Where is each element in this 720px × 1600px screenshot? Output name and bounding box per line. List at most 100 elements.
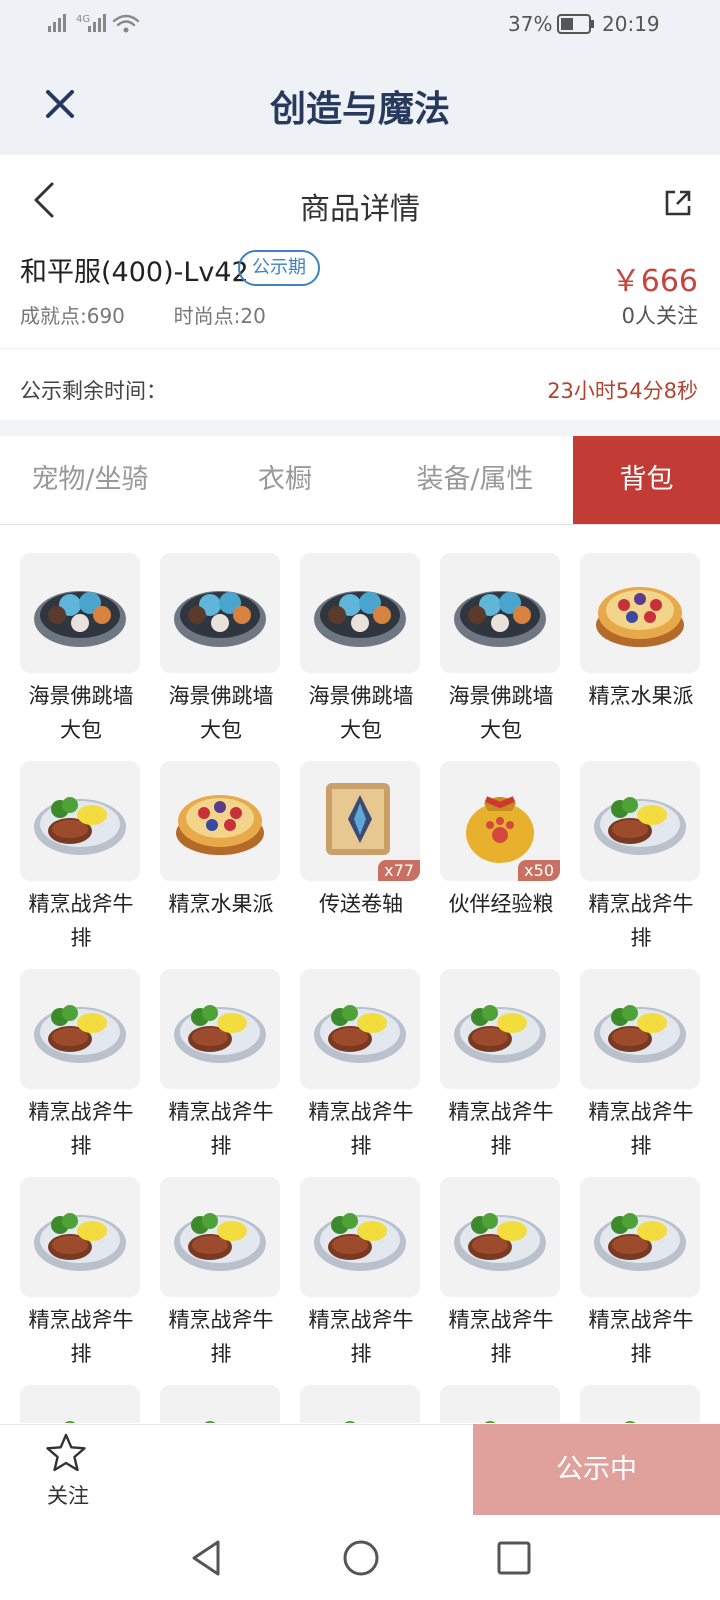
nav-recents-icon[interactable] [494,1538,534,1578]
steak-plate-icon [20,1385,140,1423]
fashion-points: 时尚点:20 [173,304,266,328]
remaining-time-value: 23小时54分8秒 [547,379,698,403]
steak-plate-icon [580,761,700,881]
item-label: 精烹战斧牛排 [448,1100,554,1158]
bun-plate-icon [300,553,420,673]
steak-plate-icon [160,969,280,1089]
item-label: 精烹战斧牛排 [588,1100,694,1158]
inventory-item[interactable] [160,1385,282,1423]
battery-percent: 37% [508,12,553,36]
follow-button[interactable]: 关注 [40,1480,96,1510]
item-label: 海景佛跳墙大包 [308,684,414,742]
inventory-item[interactable] [20,1385,142,1423]
item-label: 精烹战斧牛排 [308,1100,414,1158]
item-label: 精烹战斧牛排 [28,1100,134,1158]
inventory-item[interactable]: 精烹战斧牛排 [580,1177,702,1371]
clock: 20:19 [602,12,660,36]
item-quantity: x50 [518,860,560,881]
steak-plate-icon [300,1385,420,1423]
inventory-item[interactable]: 精烹水果派 [160,761,282,921]
steak-plate-icon [440,1177,560,1297]
signal-icon: 4G [48,14,140,33]
item-price: ￥666 [610,264,698,299]
item-label: 精烹战斧牛排 [168,1308,274,1366]
inventory-item[interactable]: 精烹战斧牛排 [300,969,422,1163]
tab-backpack[interactable]: 背包 [573,436,720,524]
steak-plate-icon [20,1177,140,1297]
tab-wardrobe[interactable]: 衣橱 [190,436,380,524]
steak-plate-icon [580,1385,700,1423]
backpack-grid: 海景佛跳墙大包 海景佛跳墙大包 海景佛跳墙大包 海景佛跳墙大包 精烹水果派 精烹战斧牛排精… [20,553,704,1423]
steak-plate-icon [300,1177,420,1297]
svg-text:4G: 4G [76,14,90,25]
inventory-item[interactable]: 精烹战斧牛排 [440,1177,562,1371]
item-label: 精烹战斧牛排 [588,1308,694,1366]
battery-icon [557,14,594,34]
bun-plate-icon [440,553,560,673]
section-gap [0,420,720,436]
item-label: 精烹战斧牛排 [448,1308,554,1366]
inventory-item[interactable]: 海景佛跳墙大包 [440,553,562,747]
star-icon[interactable] [45,1432,87,1474]
item-quantity: x77 [378,860,420,881]
inventory-item[interactable]: 精烹战斧牛排 [20,761,142,955]
inventory-item[interactable]: 精烹战斧牛排 [580,969,702,1163]
tab-pets-mounts[interactable]: 宠物/坐骑 [0,436,180,524]
item-label: 精烹战斧牛排 [28,892,134,950]
steak-plate-icon [20,969,140,1089]
steak-plate-icon [160,1385,280,1423]
inventory-item[interactable] [580,1385,702,1423]
inventory-item[interactable]: 海景佛跳墙大包 [160,553,282,747]
inventory-item[interactable]: 精烹战斧牛排 [160,1177,282,1371]
item-label: 精烹水果派 [588,684,694,708]
steak-plate-icon [580,1177,700,1297]
tab-equipment[interactable]: 装备/属性 [380,436,570,524]
item-label: 伙伴经验粮 [448,892,554,916]
steak-plate-icon [440,1385,560,1423]
inventory-item[interactable]: 精烹水果派 [580,553,702,713]
item-label: 海景佛跳墙大包 [28,684,134,742]
inventory-item[interactable] [300,1385,422,1423]
inventory-item[interactable]: x77 传送卷轴 [300,761,422,921]
inventory-item[interactable]: 精烹战斧牛排 [580,761,702,955]
inventory-item[interactable]: x50 伙伴经验粮 [440,761,562,921]
inventory-item[interactable]: 精烹战斧牛排 [20,969,142,1163]
item-label: 精烹战斧牛排 [588,892,694,950]
inventory-item[interactable] [440,1385,562,1423]
steak-plate-icon [440,969,560,1089]
nav-back-icon[interactable] [188,1538,224,1578]
tab-bar: 宠物/坐骑 衣橱 装备/属性 背包 [0,436,720,525]
status-badge: 公示期 [238,250,320,286]
nav-home-icon[interactable] [341,1538,381,1578]
inventory-item[interactable]: 精烹战斧牛排 [300,1177,422,1371]
item-name: 和平服(400)-Lv42 [20,257,249,288]
inventory-item[interactable]: 精烹战斧牛排 [20,1177,142,1371]
bun-plate-icon [160,553,280,673]
status-button[interactable]: 公示中 [473,1424,720,1515]
item-label: 海景佛跳墙大包 [448,684,554,742]
inventory-item[interactable]: 海景佛跳墙大包 [300,553,422,747]
steak-plate-icon [300,969,420,1089]
achievement-points: 成就点:690 [20,304,125,328]
steak-plate-icon [160,1177,280,1297]
inventory-item[interactable]: 海景佛跳墙大包 [20,553,142,747]
steak-plate-icon [20,761,140,881]
app-title: 创造与魔法 [269,89,450,130]
item-label: 精烹战斧牛排 [168,1100,274,1158]
bun-plate-icon [20,553,140,673]
inventory-item[interactable]: 精烹战斧牛排 [160,969,282,1163]
item-label: 海景佛跳墙大包 [168,684,274,742]
fruit-pie-icon [580,553,700,673]
food-bag-icon: x50 [440,761,560,881]
item-label: 精烹水果派 [168,892,274,916]
fruit-pie-icon [160,761,280,881]
item-label: 传送卷轴 [319,892,403,916]
item-label: 精烹战斧牛排 [28,1308,134,1366]
remaining-time-label: 公示剩余时间： [20,379,167,403]
system-nav-bar [0,1520,720,1600]
share-icon[interactable] [663,188,693,218]
inventory-item[interactable]: 精烹战斧牛排 [440,969,562,1163]
page-title: 商品详情 [300,192,420,227]
item-stats: 成就点:690 时尚点:20 [20,300,266,329]
steak-plate-icon [580,969,700,1089]
